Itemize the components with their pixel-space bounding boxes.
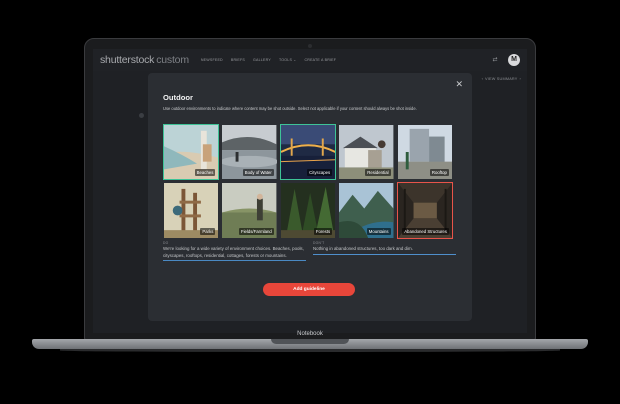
view-summary-link[interactable]: ‹ VIEW SUMMARY › (482, 77, 523, 81)
environment-grid: Beaches Body of Water Cityscapes Residen… (163, 124, 455, 239)
guideline-modal: ✕ Outdoor Use outdoor environments to in… (148, 73, 472, 321)
close-icon[interactable]: ✕ (455, 80, 463, 89)
add-guideline-button[interactable]: Add guideline (263, 283, 355, 296)
chevron-right-icon: › (519, 77, 521, 81)
nav-newsfeed[interactable]: NEWSFEED (201, 58, 223, 62)
stage: shutterstock custom NEWSFEED BRIEFS GALLE… (0, 0, 620, 404)
camera-icon (308, 44, 312, 48)
background-dot (139, 113, 144, 118)
modal-title: Outdoor (163, 93, 193, 102)
brand-logo[interactable]: shutterstock custom (100, 54, 189, 66)
tile-label: Forests (313, 228, 333, 235)
tile-label: Rooftop (429, 169, 449, 176)
nav-tools[interactable]: TOOLS ⌄ (279, 58, 297, 62)
chevron-left-icon: ‹ (481, 77, 484, 81)
do-text[interactable]: We're looking for a wide variety of envi… (163, 246, 306, 259)
dont-underline (313, 253, 456, 255)
tile-label: Residential (365, 169, 391, 176)
tile-residential[interactable]: Residential (338, 124, 394, 180)
tile-body-of-water[interactable]: Body of Water (221, 124, 277, 180)
tile-label: Mountains (366, 228, 391, 235)
do-field[interactable]: DO We're looking for a wide variety of e… (163, 241, 306, 262)
modal-description: Use outdoor environments to indicate whe… (163, 106, 417, 111)
top-nav: NEWSFEED BRIEFS GALLERY TOOLS ⌄ CREATE A… (201, 58, 336, 62)
tile-beaches[interactable]: Beaches (163, 124, 220, 180)
tile-label: Beaches (194, 169, 216, 176)
tile-rooftop[interactable]: Rooftop (397, 124, 453, 180)
dont-field[interactable]: DON'T Nothing in abandoned structures, t… (313, 241, 456, 255)
tile-abandoned-structures[interactable]: Abandoned Structures (396, 182, 453, 239)
tile-mountains[interactable]: Mountains (338, 182, 394, 239)
tile-forests[interactable]: Forests (280, 182, 336, 239)
tile-label: Body of Water (242, 169, 274, 176)
device-label: Notebook (297, 331, 323, 337)
header-actions: ⇄ M (491, 54, 520, 66)
do-label: DO (163, 241, 169, 245)
transfer-icon[interactable]: ⇄ (491, 56, 499, 64)
tile-label: Parks (200, 228, 216, 235)
tile-cityscapes[interactable]: Cityscapes (279, 124, 337, 180)
laptop-screen: shutterstock custom NEWSFEED BRIEFS GALLE… (93, 49, 527, 333)
laptop-notch (271, 339, 349, 344)
avatar[interactable]: M (508, 54, 520, 66)
dont-text[interactable]: Nothing in abandoned structures, too dar… (313, 246, 456, 253)
tile-label: Abandoned Structures (402, 228, 449, 235)
nav-briefs[interactable]: BRIEFS (231, 58, 245, 62)
tile-label: Fields/Farmland (238, 228, 274, 235)
tile-parks[interactable]: Parks (163, 182, 219, 239)
laptop-shadow (60, 349, 560, 352)
do-underline (163, 260, 306, 262)
tile-fields-farmland[interactable]: Fields/Farmland (221, 182, 277, 239)
nav-gallery[interactable]: GALLERY (253, 58, 271, 62)
app-header: shutterstock custom NEWSFEED BRIEFS GALLE… (93, 49, 527, 71)
dont-label: DON'T (313, 241, 325, 245)
nav-create-brief[interactable]: CREATE A BRIEF (304, 58, 336, 62)
tile-label: Cityscapes (307, 169, 333, 176)
